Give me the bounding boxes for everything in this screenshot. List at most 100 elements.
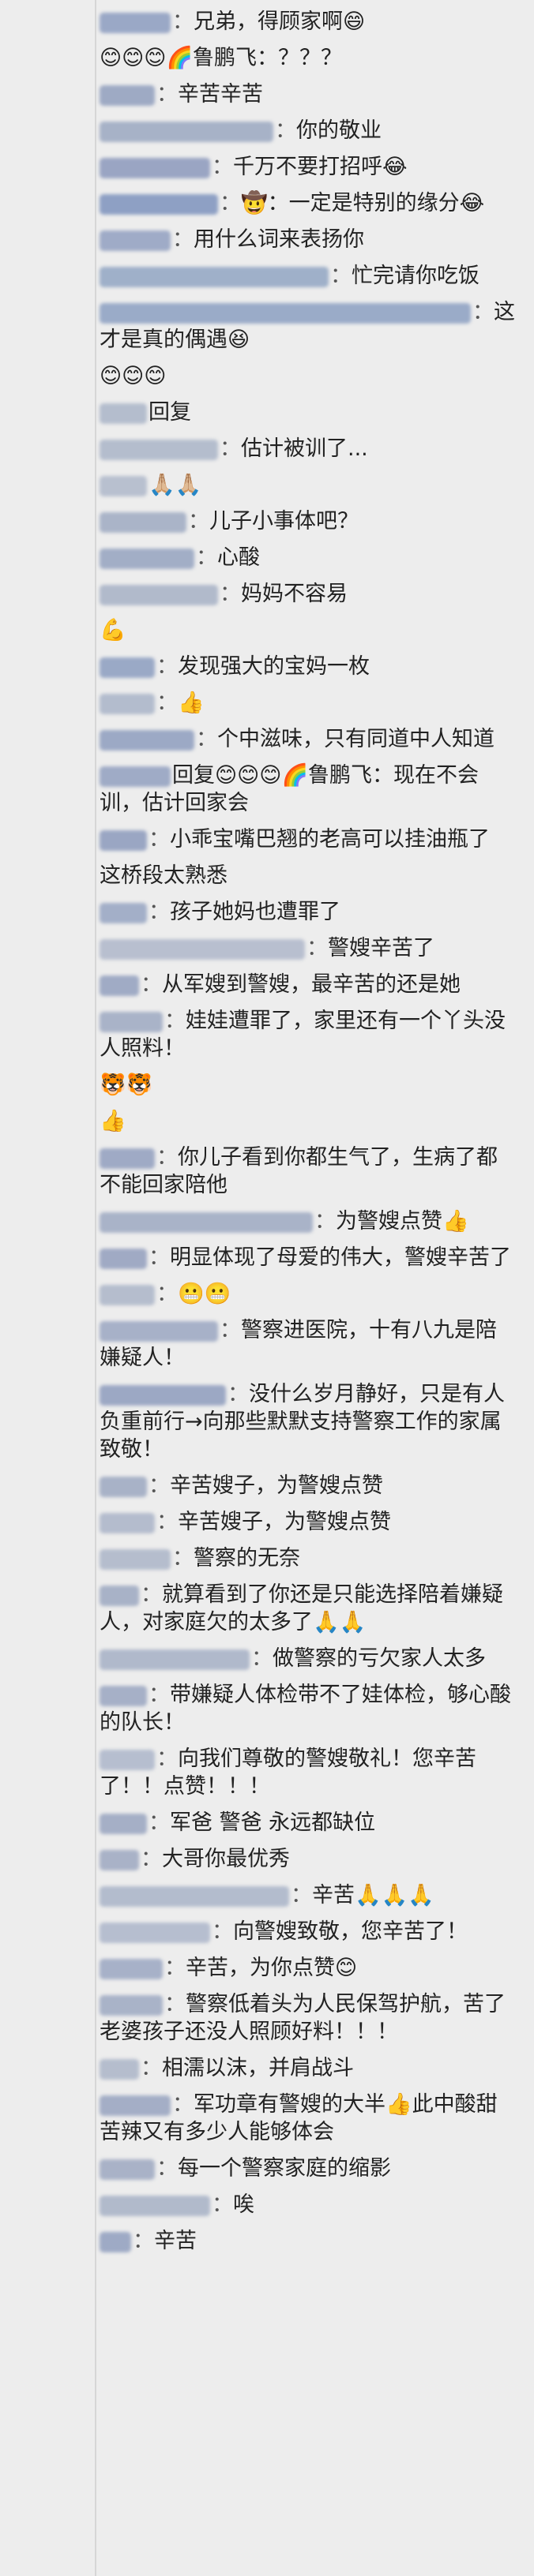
nickname-separator: ： — [196, 545, 217, 570]
commenter-nickname[interactable] — [100, 475, 147, 496]
nickname-separator: ： — [314, 1209, 336, 1234]
comment-text: 😊😊😊 — [100, 364, 167, 388]
comment-row: ：警察进医院，十有八九是陪嫌疑人！ — [100, 1316, 517, 1372]
comment-row: ：唉 — [100, 2191, 517, 2218]
commenter-nickname[interactable] — [100, 693, 155, 714]
commenter-nickname[interactable] — [100, 84, 155, 106]
nickname-separator: ： — [133, 2229, 154, 2253]
commenter-nickname[interactable] — [100, 766, 171, 787]
comment-row: 😊😊😊 — [100, 362, 517, 390]
commenter-nickname[interactable] — [100, 729, 194, 751]
comment-row: ：军功章有警嫂的大半👍此中酸甜苦辣又有多少人能够体会 — [100, 2091, 517, 2146]
comment-text: 回复 — [149, 400, 191, 425]
nickname-separator: ： — [156, 2156, 178, 2181]
nickname-separator: ： — [149, 1245, 170, 1270]
comment-text: 估计被训了... — [241, 436, 368, 461]
commenter-nickname[interactable] — [100, 266, 329, 287]
comment-row: ：这才是真的偶遇😆 — [100, 298, 517, 354]
commenter-nickname[interactable] — [100, 1958, 163, 1979]
comment-row: ：从军嫂到警嫂，最辛苦的还是她 — [100, 971, 517, 998]
nickname-separator: ： — [149, 1683, 170, 1707]
comment-text: 发现强大的宝妈一枚 — [178, 654, 370, 679]
nickname-separator: ： — [212, 155, 233, 179]
commenter-nickname[interactable] — [100, 1749, 155, 1770]
commenter-nickname[interactable] — [100, 230, 171, 251]
commenter-nickname[interactable] — [100, 302, 471, 324]
commenter-nickname[interactable] — [100, 829, 147, 851]
commenter-nickname[interactable] — [100, 193, 218, 215]
commenter-nickname[interactable] — [100, 1649, 250, 1670]
commenter-nickname[interactable] — [100, 1011, 163, 1032]
commenter-nickname[interactable] — [100, 1922, 210, 1943]
commenter-nickname[interactable] — [100, 2195, 210, 2216]
comment-row: ：为警嫂点赞👍 — [100, 1208, 517, 1235]
commenter-nickname[interactable] — [100, 121, 273, 142]
comment-row: 🙏🏼🙏🏼 — [100, 471, 517, 499]
comment-text: 小乖宝嘴巴翘的老高可以挂油瓶了 — [170, 827, 490, 852]
comment-text: 兄弟，得顾家啊😄 — [194, 9, 366, 34]
commenter-nickname[interactable] — [100, 2058, 139, 2080]
commenter-nickname[interactable] — [100, 1813, 147, 1834]
nickname-separator: ： — [141, 1582, 162, 1607]
nickname-separator: ： — [330, 264, 352, 288]
nickname-separator: ： — [172, 227, 194, 252]
comment-row: 🐯🐯 — [100, 1071, 517, 1099]
commenter-nickname[interactable] — [100, 902, 147, 923]
commenter-nickname[interactable] — [100, 1548, 171, 1570]
comment-row: 回复 — [100, 399, 517, 426]
commenter-nickname[interactable] — [100, 975, 139, 996]
commenter-nickname[interactable] — [100, 548, 194, 569]
nickname-separator: ： — [251, 1646, 273, 1671]
commenter-nickname[interactable] — [100, 12, 171, 33]
commenter-nickname[interactable] — [100, 1384, 226, 1406]
comment-text: 妈妈不容易 — [241, 582, 348, 606]
commenter-nickname[interactable] — [100, 1885, 289, 1907]
nickname-separator: ： — [156, 82, 178, 107]
commenter-nickname[interactable] — [100, 1994, 163, 2016]
commenter-nickname[interactable] — [100, 2231, 131, 2252]
comment-text: 🤠：一定是特别的缘分😂 — [241, 191, 485, 215]
commenter-nickname[interactable] — [100, 1585, 139, 1606]
comment-row: ：向我们尊敬的警嫂敬礼！您辛苦了！！点赞！！！ — [100, 1745, 517, 1800]
comment-text: 用什么词来表扬你 — [194, 227, 364, 252]
commenter-nickname[interactable] — [100, 1685, 147, 1706]
commenter-nickname[interactable] — [100, 938, 305, 960]
comment-row: ：没什么岁月静好，只是有人负重前行→向那些默默支持警察工作的家属致敬！ — [100, 1380, 517, 1463]
commenter-nickname[interactable] — [100, 2095, 171, 2116]
commenter-nickname[interactable] — [100, 1476, 147, 1497]
comment-row: ：娃娃遭罪了，家里还有一个丫头没人照料！ — [100, 1007, 517, 1062]
comment-row: ：用什么词来表扬你 — [100, 226, 517, 253]
comment-text: 你的敬业 — [296, 118, 382, 143]
commenter-nickname[interactable] — [100, 157, 210, 178]
comment-text: 为警嫂点赞👍 — [336, 1209, 469, 1234]
commenter-nickname[interactable] — [100, 1211, 313, 1233]
comment-row: ：儿子小事体吧？ — [100, 507, 517, 535]
nickname-separator: ： — [196, 727, 217, 751]
nickname-separator: ： — [228, 1382, 249, 1406]
commenter-nickname[interactable] — [100, 402, 147, 424]
commenter-nickname[interactable] — [100, 1284, 155, 1305]
comment-row: ：相濡以沫，并肩战斗 — [100, 2054, 517, 2082]
commenter-nickname[interactable] — [100, 1248, 147, 1269]
comment-text: 忙完请你吃饭 — [352, 264, 479, 288]
commenter-nickname[interactable] — [100, 657, 155, 678]
comment-text: 👍 — [100, 1109, 126, 1133]
comment-row: ：辛苦🙏🙏🙏 — [100, 1881, 517, 1909]
comment-row: ：你儿子看到你都生气了，生病了都不能回家陪他 — [100, 1144, 517, 1199]
comment-list: ：兄弟，得顾家啊😄 😊😊😊🌈鲁鹏飞：？？？ ：辛苦辛苦 ：你的敬业 ：千万不要打招呼😂：… — [0, 0, 534, 2576]
comment-row: ：妈妈不容易 — [100, 580, 517, 608]
commenter-nickname[interactable] — [100, 2159, 155, 2180]
commenter-nickname[interactable] — [100, 584, 218, 605]
comment-row: ：🤠：一定是特别的缘分😂 — [100, 189, 517, 217]
commenter-nickname[interactable] — [100, 1320, 218, 1342]
commenter-nickname[interactable] — [100, 439, 218, 460]
commenter-nickname[interactable] — [100, 1512, 155, 1533]
commenter-nickname[interactable] — [100, 511, 186, 533]
comment-row: ：军爸 警爸 永远都缺位 — [100, 1809, 517, 1837]
commenter-nickname[interactable] — [100, 1849, 139, 1870]
comment-row: 👍 — [100, 1107, 517, 1135]
comment-text: 🙏🏼🙏🏼 — [149, 473, 202, 497]
comment-row: ：你的敬业 — [100, 117, 517, 144]
nickname-separator: ： — [212, 2192, 233, 2217]
commenter-nickname[interactable] — [100, 1148, 155, 1169]
